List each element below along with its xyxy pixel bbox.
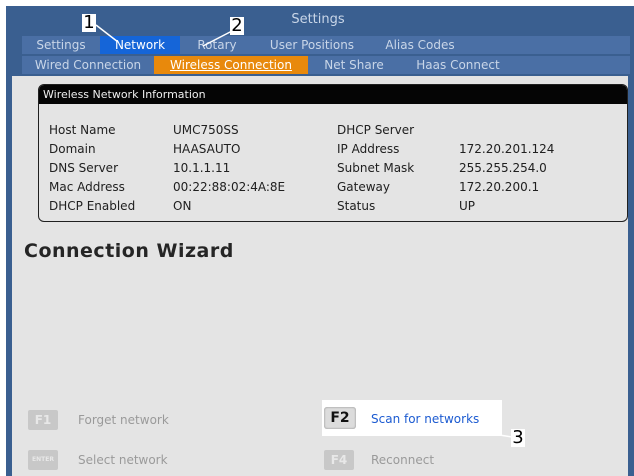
tab-rotary[interactable]: Rotary [180,36,255,54]
info-label: DNS Server [49,161,118,175]
tab-settings[interactable]: Settings [22,36,101,54]
network-tab-bar: Wired Connection Wireless Connection Net… [6,56,630,74]
callout-1: 1 [82,12,96,33]
info-label: Gateway [337,180,391,194]
window-title: Settings [291,12,345,27]
info-row: DNS Server 10.1.1.11 Subnet Mask 255.255… [39,161,627,177]
network-info-box: Wireless Network Information Host Name U… [38,84,628,222]
info-value: 172.20.201.124 [459,142,555,156]
tab-bar-filler [516,56,630,74]
info-value: UP [459,199,476,213]
forget-network-label[interactable]: Forget network [78,413,169,427]
tab-user-positions[interactable]: User Positions [254,36,371,54]
select-network-label[interactable]: Select network [78,453,168,467]
info-label: Subnet Mask [337,161,415,175]
info-value: UMC750SS [173,123,239,137]
callout-2: 2 [230,15,244,36]
settings-tab-bar: Settings Network Rotary User Positions A… [6,36,630,54]
info-label: IP Address [337,142,400,156]
tab-alias-codes[interactable]: Alias Codes [370,36,471,54]
info-label: Mac Address [49,180,125,194]
info-value: HAASAUTO [173,142,241,156]
info-row: DHCP Enabled ON Status UP [39,199,627,215]
info-value: 255.255.254.0 [459,161,547,175]
tab-wireless-connection[interactable]: Wireless Connection [154,56,309,74]
f2-key[interactable]: F2 [324,407,356,429]
enter-key[interactable]: ENTER [28,450,58,470]
info-value: 00:22:88:02:4A:8E [173,180,286,194]
f1-key[interactable]: F1 [28,410,58,430]
scan-for-networks-label[interactable]: Scan for networks [371,412,479,426]
f4-key[interactable]: F4 [324,450,354,470]
info-row: Host Name UMC750SS DHCP Server [39,123,627,139]
info-label: Domain [49,142,96,156]
tab-bar-filler [470,36,630,54]
callout-3: 3 [511,427,525,448]
info-value: ON [173,199,192,213]
tab-haas-connect[interactable]: Haas Connect [400,56,517,74]
info-row: Mac Address 00:22:88:02:4A:8E Gateway 17… [39,180,627,196]
tab-net-share[interactable]: Net Share [308,56,401,74]
wireless-connection-panel: Wireless Network Information Host Name U… [12,76,628,476]
info-value: 10.1.1.11 [173,161,231,175]
connection-wizard-title: Connection Wizard [24,240,234,262]
info-value: 172.20.200.1 [459,180,540,194]
info-row: Domain HAASAUTO IP Address 172.20.201.12… [39,142,627,158]
info-header: Wireless Network Information [39,85,627,104]
info-label: DHCP Server [337,123,415,137]
tab-wired-connection[interactable]: Wired Connection [22,56,155,74]
info-label: Host Name [49,123,116,137]
reconnect-label[interactable]: Reconnect [371,453,434,467]
info-label: DHCP Enabled [49,199,136,213]
info-label: Status [337,199,376,213]
tab-network[interactable]: Network [100,36,181,54]
